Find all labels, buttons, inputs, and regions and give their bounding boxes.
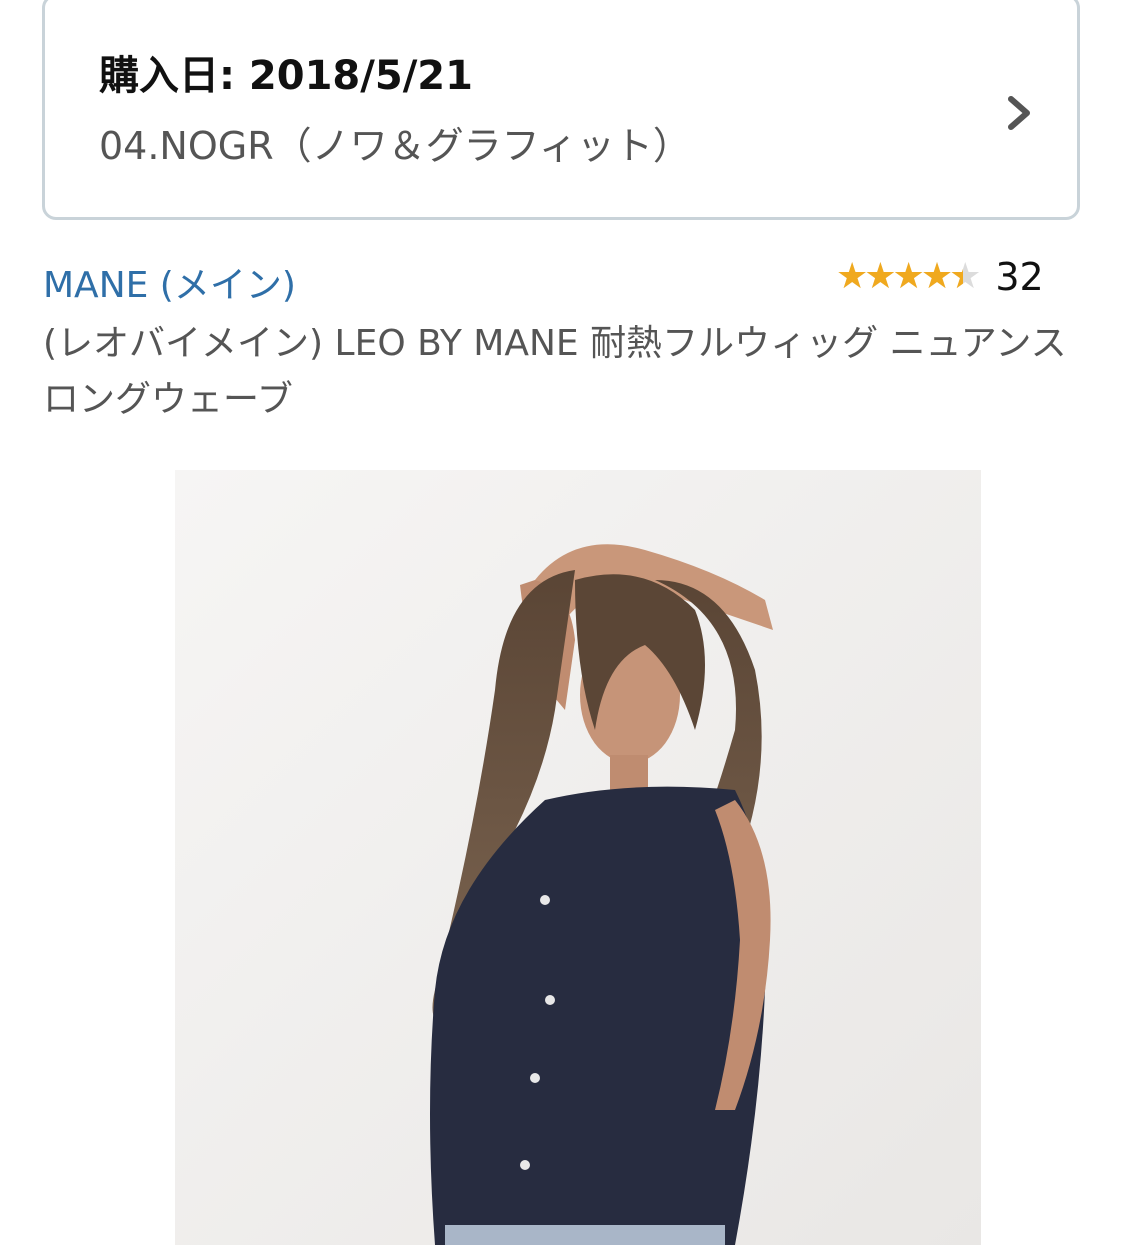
purchase-info-card[interactable]: 購入日: 2018/5/21 04.NOGR（ノワ＆グラフィット）: [42, 0, 1080, 220]
brand-link[interactable]: MANE (メイン): [43, 256, 296, 308]
chevron-right-icon[interactable]: [1003, 93, 1037, 133]
star-rating: ★★★★★ ★★★★★: [836, 259, 981, 295]
product-title[interactable]: (レオバイメイン) LEO BY MANE 耐熱フルウィッグ ニュアンスロングウ…: [43, 316, 1083, 428]
product-image[interactable]: [175, 470, 981, 1245]
rating[interactable]: ★★★★★ ★★★★★ 32: [836, 255, 1044, 299]
purchase-variant: 04.NOGR（ノワ＆グラフィット）: [99, 124, 691, 168]
product-photo-illustration: [175, 470, 981, 1245]
star-rating-fill-icon: ★★★★★: [836, 259, 963, 295]
review-count: 32: [995, 255, 1044, 299]
purchase-date: 購入日: 2018/5/21: [99, 53, 473, 99]
